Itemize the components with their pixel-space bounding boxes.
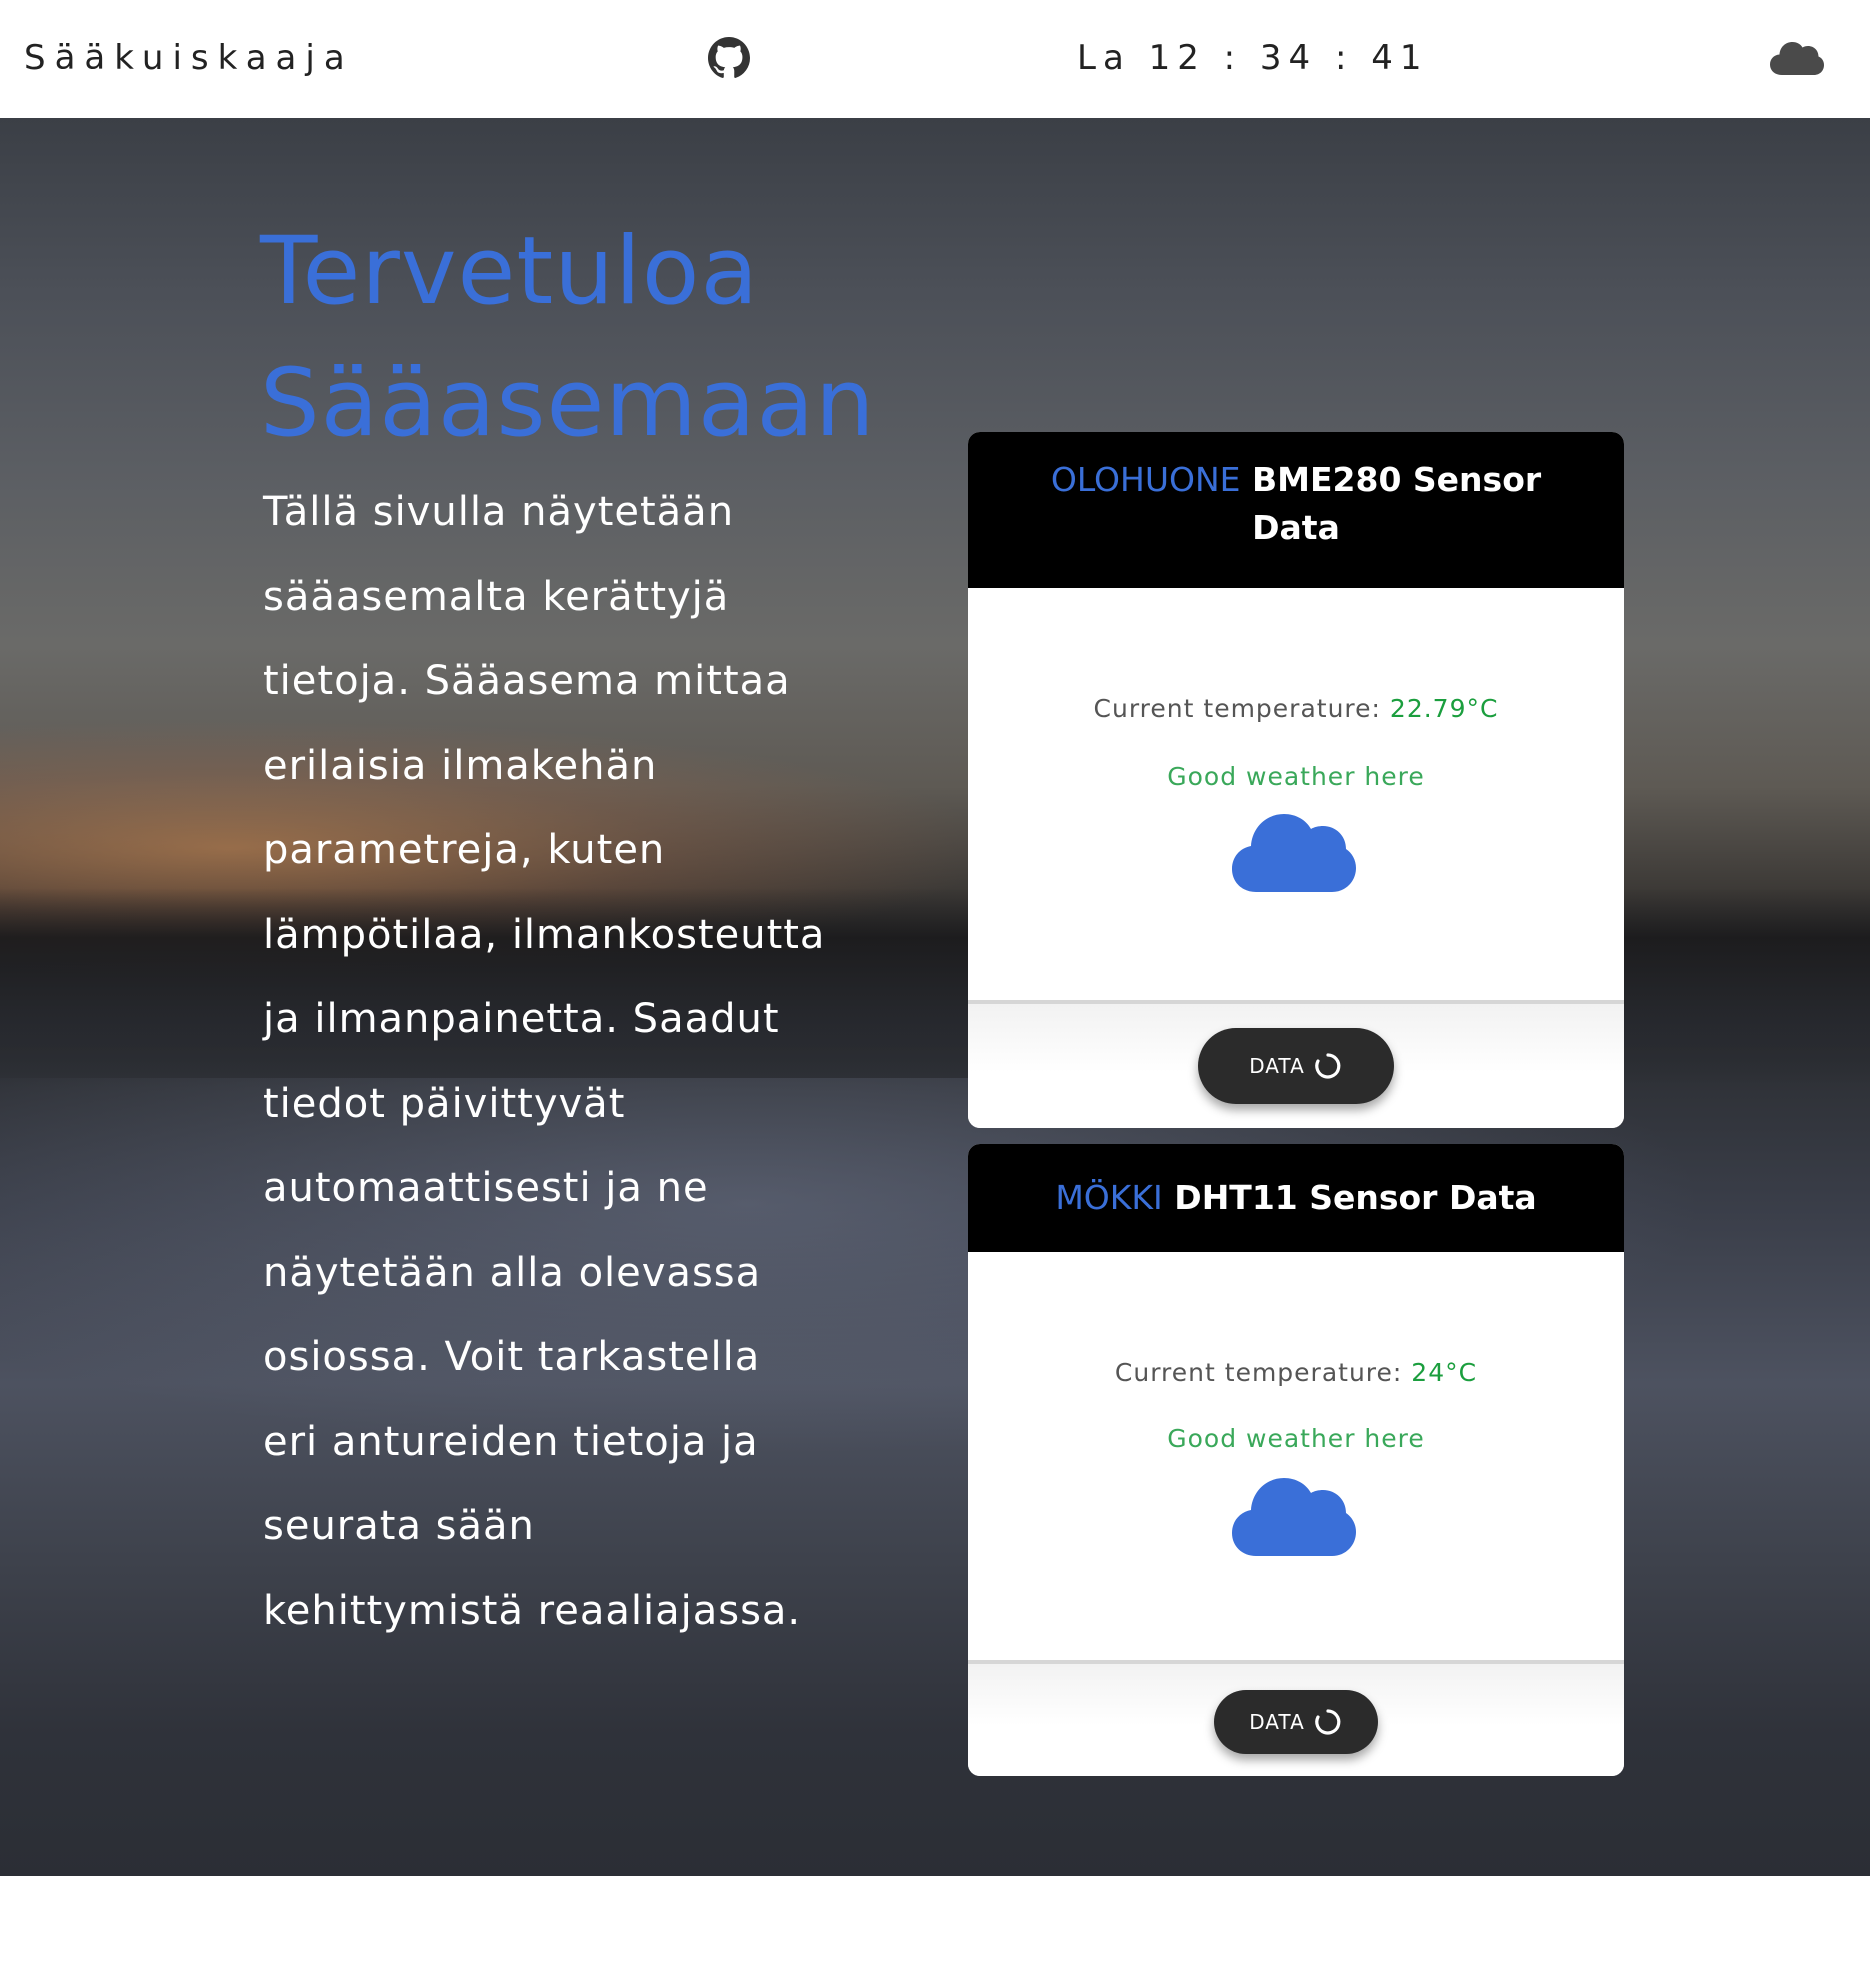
sensor-card-header: OLOHUONE BME280 Sensor Data [968,432,1624,588]
intro-line: parametreja, kuten [263,827,666,873]
temperature-value: 24°C [1411,1358,1478,1387]
weather-status: Good weather here [1167,762,1425,791]
loading-spinner-icon [1314,1709,1341,1735]
intro-line: eri antureiden tietoja ja [263,1418,759,1465]
intro-line: seurata sään [263,1503,535,1549]
cloud-icon [1232,814,1356,892]
intro-line: tiedot päivittyvät [263,1080,626,1127]
loading-spinner-icon [1314,1053,1341,1079]
intro-line: kehittymistä reaaliajassa. [263,1587,802,1634]
temperature-label: Current temperature: [1114,1358,1403,1387]
intro-paragraph: Tällä sivulla näytetään sääasemalta kerä… [263,470,923,1653]
intro-line: Tällä sivulla näytetään [263,489,735,535]
sensor-title: BME280 Sensor [1252,460,1542,499]
sensor-location: MÖKKI [1055,1178,1163,1217]
intro-line: tietoja. Sääasema mittaa [263,658,791,704]
intro-line: lämpötilaa, ilmankosteutta [263,911,826,958]
welcome-heading-line: Sääasemaan [260,349,876,458]
clock: La 12 : 34 : 41 [1077,38,1429,78]
temperature-reading: Current temperature: 24°C [968,1358,1624,1387]
intro-line: sääasemalta kerättyjä [263,573,730,620]
sensor-card-mokki: MÖKKI DHT11 Sensor Data Current temperat… [968,1144,1624,1776]
welcome-heading: Tervetuloa Sääasemaan [260,206,980,470]
intro-line: erilaisia ilmakehän [263,742,658,789]
sensor-title-continued: Data [1252,508,1340,547]
cloud-icon [1232,1478,1356,1556]
hero-section: Tervetuloa Sääasemaan Tällä sivulla näyt… [0,118,1870,1876]
intro-line: näytetään alla olevassa [263,1249,762,1296]
temperature-label: Current temperature: [1093,694,1381,723]
intro-line: ja ilmanpainetta. Saadut [263,996,780,1042]
sensor-card-header: MÖKKI DHT11 Sensor Data [968,1144,1624,1252]
intro-line: automaattisesti ja ne [263,1165,709,1211]
sensor-card-olohuone: OLOHUONE BME280 Sensor Data Current temp… [968,432,1624,1128]
welcome-heading-line: Tervetuloa [260,217,760,326]
data-button[interactable]: DATA [1214,1690,1378,1754]
data-button[interactable]: DATA [1198,1028,1394,1104]
temperature-reading: Current temperature: 22.79°C [968,694,1624,723]
intro-line: osiossa. Voit tarkastella [263,1334,761,1380]
temperature-value: 22.79°C [1389,694,1499,723]
sensor-location: OLOHUONE [1050,460,1241,499]
brand-title[interactable]: Sääkuiskaaja [24,38,354,78]
weather-status: Good weather here [1167,1424,1425,1453]
sensor-title: DHT11 Sensor Data [1174,1178,1537,1217]
data-button-label: DATA [1249,1054,1305,1078]
github-icon[interactable] [708,37,750,79]
data-button-label: DATA [1249,1710,1305,1734]
navbar: Sääkuiskaaja La 12 : 34 : 41 [0,0,1870,118]
cloud-icon[interactable] [1770,38,1824,76]
